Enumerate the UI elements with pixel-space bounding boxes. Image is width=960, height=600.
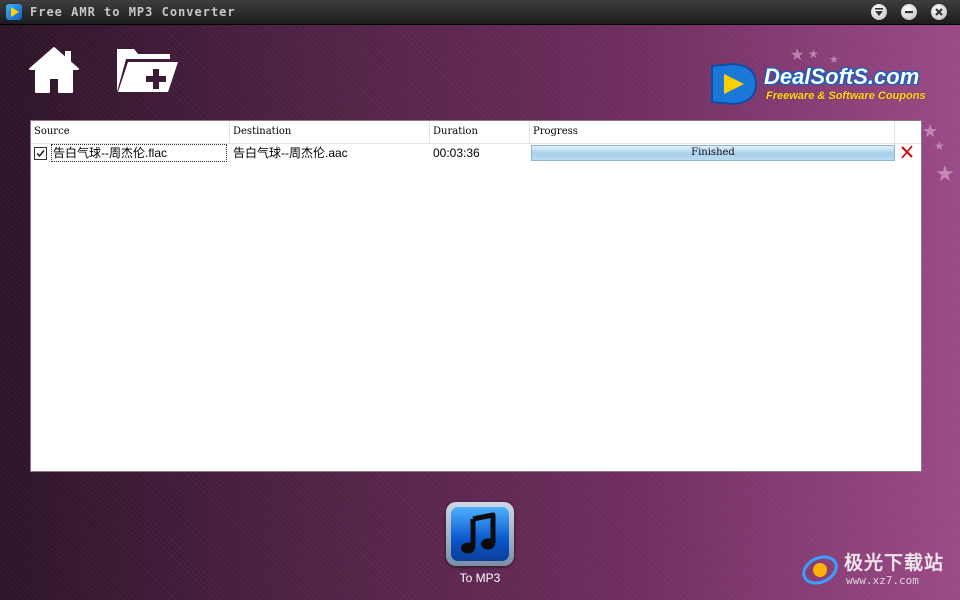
brand-d-icon [711,62,758,106]
watermark-text: 极光下载站 [844,553,945,574]
music-note-icon [461,512,496,554]
to-mp3-button[interactable] [446,502,514,566]
convert-button-face [451,507,509,561]
watermark: 极光下载站 www.xz7.com [800,546,960,596]
title-bar: Free AMR to MP3 Converter [0,0,960,25]
close-icon [935,8,943,16]
checkmark-icon [36,150,45,158]
menu-button[interactable] [871,4,887,20]
add-folder-icon[interactable] [114,45,180,95]
duration-value: 00:03:36 [433,146,480,160]
table-row[interactable]: 告白气球--周杰伦.flac 告白气球--周杰伦.aac 00:03:36 Fi… [31,144,921,163]
window-title: Free AMR to MP3 Converter [30,5,236,19]
dropdown-icon [875,8,883,16]
file-list-header: Source Destination Duration Progress [31,121,921,144]
minimize-button[interactable] [901,4,917,20]
watermark-logo-icon [802,555,838,585]
star-decoration: ★ [934,139,945,153]
app-icon [6,4,22,20]
watermark-url: www.xz7.com [846,574,919,587]
column-header-destination[interactable]: Destination [230,121,430,143]
brand-name: DealSoftS.com [764,64,920,89]
brand-tagline: Freeware & Software Coupons [766,90,926,102]
column-header-progress[interactable]: Progress [530,121,895,143]
close-button[interactable] [931,4,947,20]
destination-file-name: 告白气球--周杰伦.aac [233,146,348,160]
progress-label: Finished [691,147,735,158]
file-list[interactable]: Source Destination Duration Progress 告白气… [30,120,922,472]
source-file-name[interactable]: 告白气球--周杰伦.flac [51,144,227,162]
star-decoration: ★ [935,161,955,186]
progress-bar: Finished [531,145,895,161]
column-header-source[interactable]: Source [31,121,230,143]
row-checkbox[interactable] [34,147,47,160]
dealsofts-logo: DealSoftS.com Freeware & Software Coupon… [710,58,940,108]
to-mp3-label: To MP3 [459,571,501,585]
column-header-duration[interactable]: Duration [430,121,530,143]
home-icon[interactable] [28,45,80,95]
delete-icon[interactable] [899,144,915,160]
main-area: ★ ★ ★ ★ ★ ★ DealSoftS.com Freeware & Sof… [0,25,960,600]
minimize-icon [905,11,913,14]
